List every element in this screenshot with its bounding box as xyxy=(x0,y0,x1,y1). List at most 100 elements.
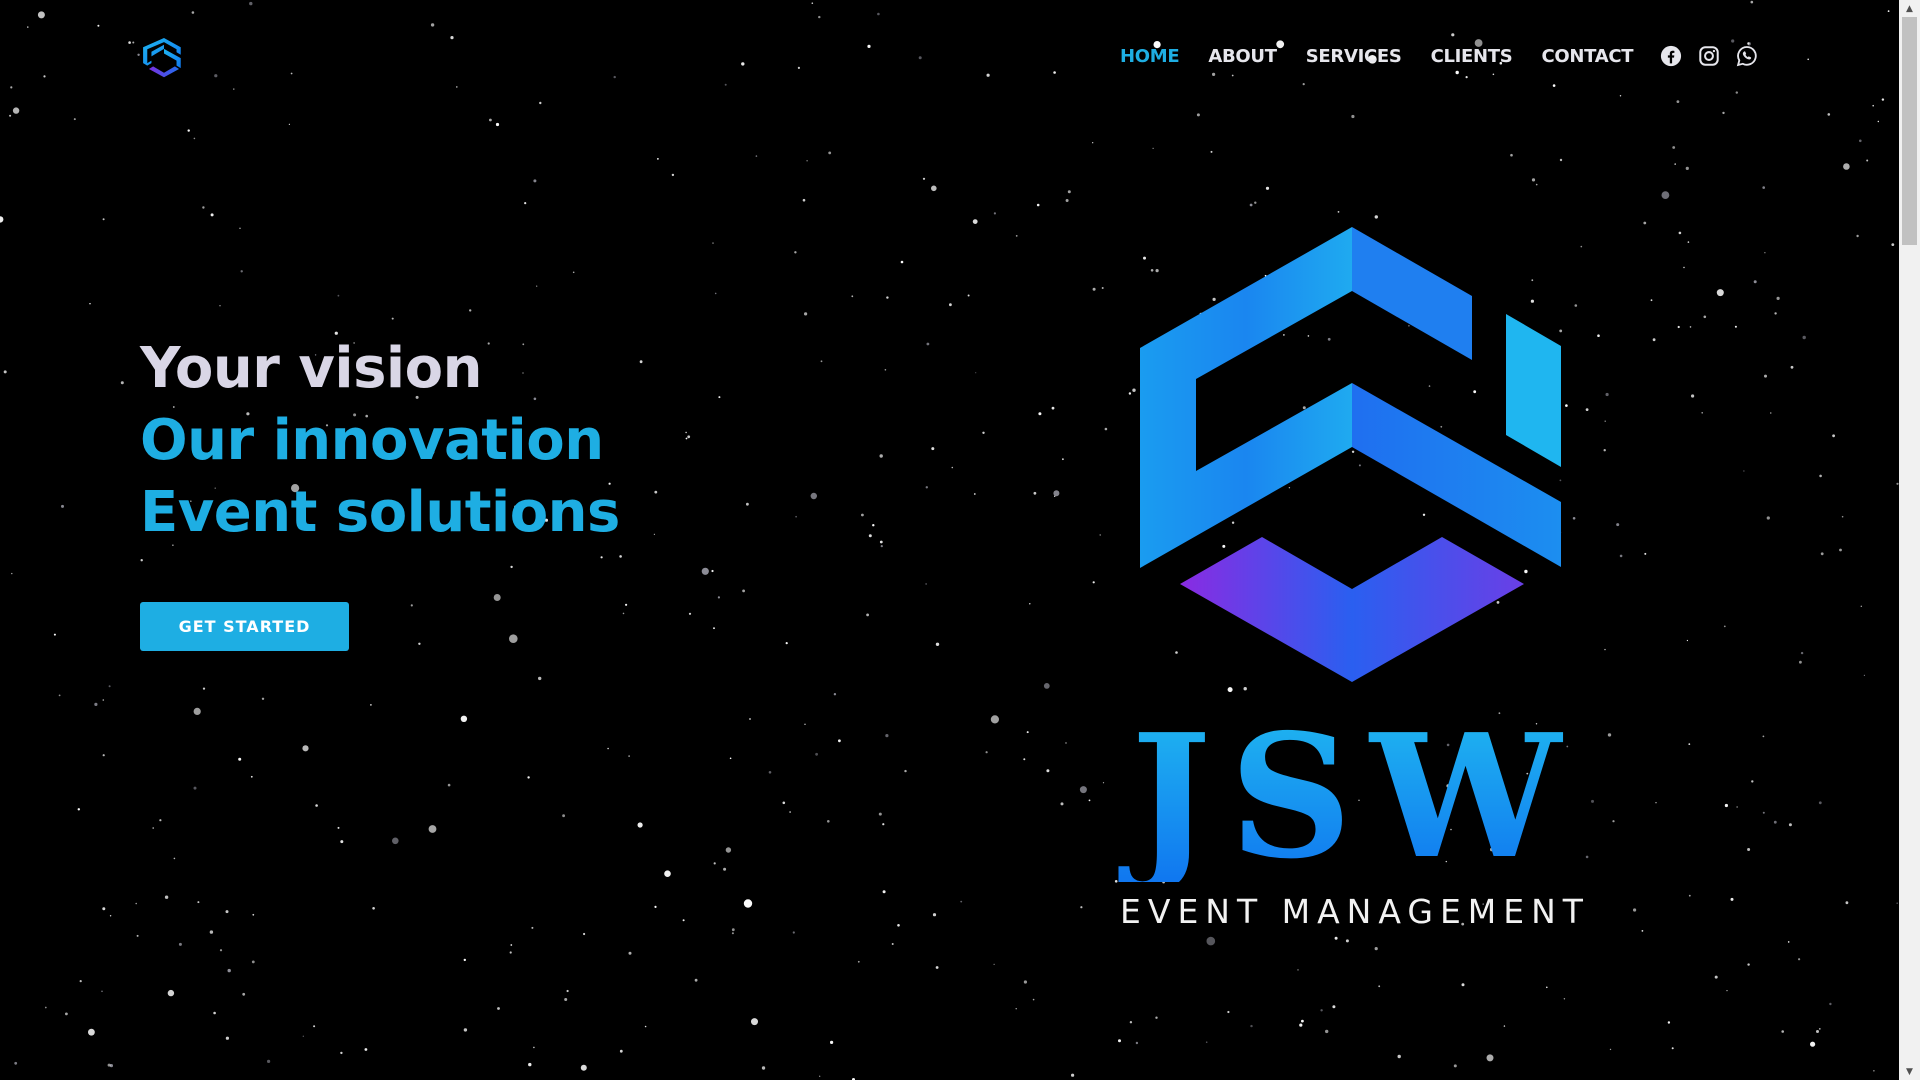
star xyxy=(428,825,437,833)
star xyxy=(1099,534,1101,536)
star xyxy=(1492,73,1495,76)
star xyxy=(3,370,7,374)
get-started-button[interactable]: GET STARTED xyxy=(140,602,349,651)
facebook-icon[interactable] xyxy=(1660,45,1682,67)
star xyxy=(1351,114,1355,119)
star xyxy=(1135,1041,1139,1045)
star xyxy=(1301,1019,1304,1023)
star xyxy=(1101,287,1104,289)
star xyxy=(1129,1021,1133,1024)
star xyxy=(886,296,889,299)
star xyxy=(741,62,745,66)
star xyxy=(1881,98,1885,101)
star xyxy=(1800,651,1804,655)
star xyxy=(990,715,1000,724)
star xyxy=(1676,100,1680,103)
star xyxy=(1062,458,1064,461)
star xyxy=(193,137,196,140)
star xyxy=(97,24,100,27)
star xyxy=(1053,490,1060,497)
star xyxy=(1461,983,1465,987)
star xyxy=(685,431,687,434)
star xyxy=(861,513,864,517)
star xyxy=(89,303,91,305)
page-scrollbar[interactable]: ▲ ▼ xyxy=(1899,0,1920,1080)
star xyxy=(810,492,817,500)
star xyxy=(1320,1009,1323,1012)
nav-contact[interactable]: CONTACT xyxy=(1541,46,1633,67)
nav-home[interactable]: HOME xyxy=(1120,46,1180,67)
star xyxy=(102,907,106,911)
scrollbar-thumb[interactable] xyxy=(1902,17,1917,245)
star xyxy=(210,213,214,217)
star xyxy=(1872,104,1874,107)
star xyxy=(1205,1041,1208,1043)
star xyxy=(509,951,512,954)
star xyxy=(1619,554,1623,558)
star xyxy=(685,437,688,440)
star xyxy=(1652,338,1656,342)
star xyxy=(1227,1010,1230,1014)
brand-subtitle: EVENT MANAGEMENT xyxy=(1120,892,1590,931)
star xyxy=(108,685,111,688)
star xyxy=(1023,980,1027,984)
star xyxy=(167,989,175,997)
star xyxy=(725,847,732,853)
star xyxy=(370,704,372,706)
star xyxy=(524,202,527,205)
star xyxy=(729,757,732,760)
star xyxy=(410,604,413,607)
star xyxy=(1781,1030,1784,1033)
whatsapp-icon[interactable] xyxy=(1736,45,1758,67)
brand-name: JSW xyxy=(1095,712,1615,882)
nav-clients[interactable]: CLIENTS xyxy=(1431,46,1513,67)
star xyxy=(528,1062,532,1067)
instagram-icon[interactable] xyxy=(1698,45,1720,67)
star xyxy=(1866,159,1869,162)
star xyxy=(653,533,656,535)
star xyxy=(644,1025,647,1028)
nav-about[interactable]: ABOUT xyxy=(1208,46,1277,67)
star xyxy=(249,1,253,6)
star xyxy=(250,775,253,778)
star xyxy=(1597,334,1600,338)
star xyxy=(73,118,76,121)
star xyxy=(1859,139,1862,143)
star xyxy=(1054,495,1056,497)
star xyxy=(1764,374,1767,378)
star xyxy=(302,1035,304,1037)
star xyxy=(1714,975,1718,979)
star xyxy=(833,693,837,696)
star xyxy=(202,206,205,209)
star xyxy=(1688,743,1691,745)
star xyxy=(288,123,290,125)
star xyxy=(880,545,883,548)
star xyxy=(820,360,823,363)
star xyxy=(1863,674,1865,677)
star xyxy=(1605,392,1609,397)
star xyxy=(931,185,937,192)
star xyxy=(463,1028,468,1032)
star xyxy=(960,900,963,903)
star xyxy=(1128,392,1132,395)
star xyxy=(1843,163,1850,170)
star xyxy=(77,808,81,811)
star xyxy=(239,227,241,229)
star xyxy=(463,958,466,962)
star xyxy=(743,899,753,908)
star xyxy=(120,381,124,385)
star xyxy=(897,924,900,927)
scroll-up-arrow-icon[interactable]: ▲ xyxy=(1899,0,1920,17)
star xyxy=(1563,998,1566,1000)
site-logo-icon[interactable] xyxy=(143,38,185,84)
jsw-brand-logo-icon xyxy=(1140,227,1561,682)
star xyxy=(391,317,394,320)
star xyxy=(233,88,235,90)
star xyxy=(536,285,538,287)
star xyxy=(583,932,586,936)
star xyxy=(214,74,218,78)
star xyxy=(1552,84,1556,87)
scroll-down-arrow-icon[interactable]: ▼ xyxy=(1899,1063,1920,1080)
nav-services[interactable]: SERVICES xyxy=(1306,46,1402,67)
star xyxy=(789,811,791,813)
